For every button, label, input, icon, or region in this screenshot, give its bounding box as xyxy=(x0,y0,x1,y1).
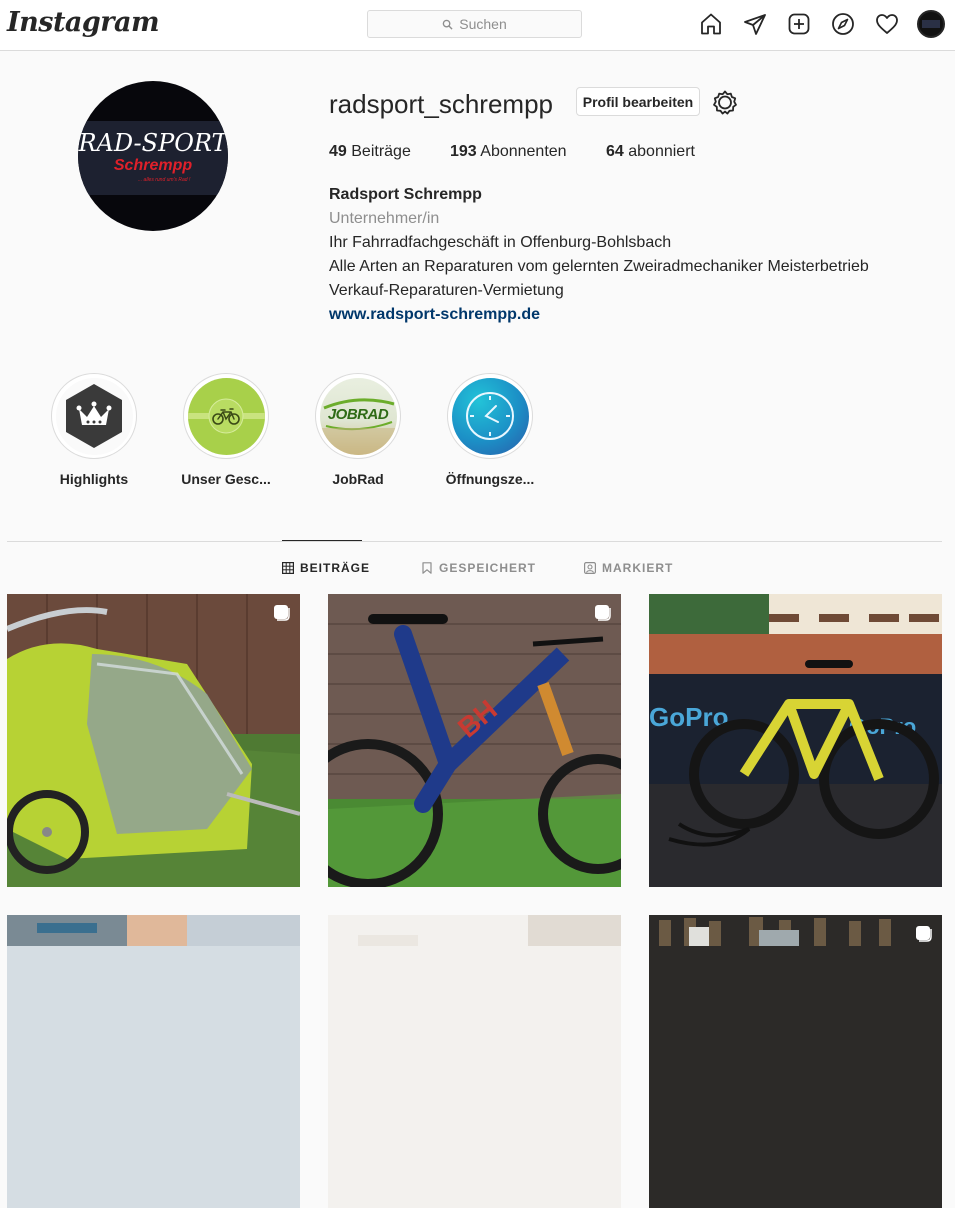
multiple-photos-icon xyxy=(916,926,932,942)
profile-username: radsport_schrempp xyxy=(329,89,553,119)
tagged-person-icon xyxy=(584,562,596,574)
bio-category: Unternehmer/in xyxy=(329,210,440,227)
post-thumbnail-shop[interactable] xyxy=(649,915,942,1208)
tab-tagged[interactable]: MARKIERT xyxy=(584,561,673,575)
post-image: GoPro GoPro xyxy=(649,594,942,887)
bio-line: Verkauf-Reparaturen-Vermietung xyxy=(329,282,564,299)
explore-icon[interactable] xyxy=(830,11,856,37)
settings-gear-icon[interactable] xyxy=(712,89,738,115)
highlight-item[interactable]: Öffnungsze... xyxy=(446,373,534,487)
grid-icon xyxy=(282,562,294,574)
tab-saved[interactable]: GESPEICHERT xyxy=(421,561,536,575)
highlight-cover xyxy=(451,377,529,455)
post-image xyxy=(328,915,621,1208)
tab-posts[interactable]: BEITRÄGE xyxy=(282,561,370,575)
highlight-cover xyxy=(187,377,265,455)
post-image xyxy=(7,915,300,1208)
bio-line: Ihr Fahrradfachgeschäft in Offenburg-Boh… xyxy=(329,234,672,251)
post-thumbnail-yellow-mtb[interactable]: GoPro GoPro xyxy=(649,594,942,887)
highlight-cover: JOBRAD xyxy=(319,377,397,455)
avatar-brand-line3: ... alles rund um's Rad ! xyxy=(138,177,191,183)
direct-icon[interactable] xyxy=(742,11,768,37)
tab-label: GESPEICHERT xyxy=(439,561,537,575)
stat-following[interactable]: 64 abonniert xyxy=(606,143,695,161)
avatar-brand-line1: RAD-SPORT xyxy=(78,129,228,157)
bicycle-icon xyxy=(208,398,244,434)
multiple-photos-icon xyxy=(595,605,611,621)
crown-hexagon-icon xyxy=(66,384,122,448)
bio-website-link[interactable]: www.radsport-schrempp.de xyxy=(329,306,540,323)
highlight-item[interactable]: Unser Gesc... xyxy=(181,373,271,487)
highlight-label: Öffnungsze... xyxy=(445,471,535,487)
post-image xyxy=(649,915,942,1208)
post-thumbnail-blue-mtb[interactable]: BH xyxy=(328,594,621,887)
highlight-label: Unser Gesc... xyxy=(181,471,271,487)
jobrad-wordmark: JOBRAD xyxy=(327,405,389,423)
bookmark-icon xyxy=(422,562,432,574)
post-image xyxy=(7,594,300,887)
tab-label: BEITRÄGE xyxy=(300,561,371,575)
activity-heart-icon[interactable] xyxy=(874,11,900,37)
post-image: BH xyxy=(328,594,621,887)
multiple-photos-icon xyxy=(274,605,290,621)
active-tab-indicator xyxy=(282,540,362,541)
avatar-brand-line2: Schrempp xyxy=(113,157,193,174)
highlight-item[interactable]: JOBRAD JobRad xyxy=(315,373,401,487)
profile-bio: Radsport Schrempp Unternehmer/in Ihr Fah… xyxy=(329,183,869,327)
profile-picture[interactable]: RAD-SPORT Schrempp ... alles rund um's R… xyxy=(78,81,228,231)
profile-avatar[interactable] xyxy=(917,10,945,38)
post-thumbnail-bike-trailer[interactable] xyxy=(7,594,300,887)
home-icon[interactable] xyxy=(698,11,724,37)
tabs-divider xyxy=(7,541,942,542)
tab-label: MARKIERT xyxy=(602,561,674,575)
new-post-icon[interactable] xyxy=(786,11,812,37)
highlight-label: Highlights xyxy=(59,471,129,487)
bio-name: Radsport Schrempp xyxy=(329,186,482,203)
top-navigation-bar: Instagram Suchen xyxy=(0,0,955,51)
edit-profile-button[interactable]: Profil bearbeiten xyxy=(576,87,700,116)
post-thumbnail-workshop[interactable] xyxy=(7,915,300,1208)
clock-icon xyxy=(466,392,514,440)
post-thumbnail-light[interactable] xyxy=(328,915,621,1208)
stat-posts: 49 Beiträge xyxy=(329,143,411,160)
bio-line: Alle Arten an Reparaturen vom gelernten … xyxy=(329,258,869,275)
highlight-label: JobRad xyxy=(332,471,384,487)
highlight-cover xyxy=(55,377,133,455)
stat-followers[interactable]: 193 Abonnenten xyxy=(450,143,567,161)
highlight-item[interactable]: Highlights xyxy=(51,373,137,487)
